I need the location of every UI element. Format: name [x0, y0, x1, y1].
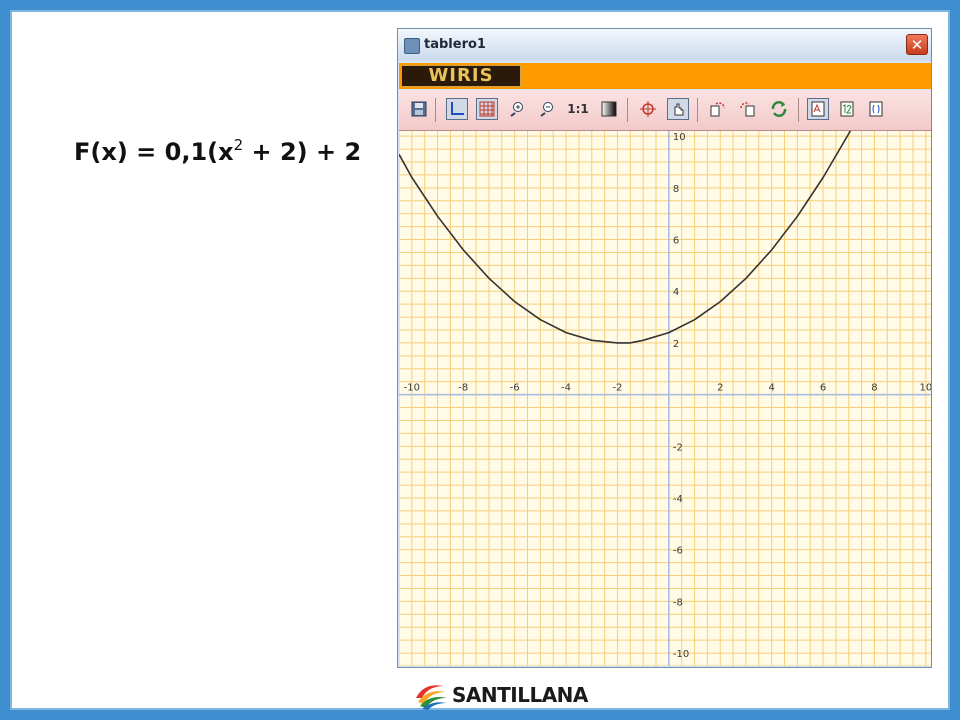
function-equation: F(x) = 0,1(x2 + 2) + 2 [74, 136, 361, 166]
x-tick-label: -10 [404, 383, 420, 394]
x-tick-label: 4 [768, 383, 774, 394]
x-tick-label: 2 [717, 383, 723, 394]
undo-icon[interactable] [706, 98, 728, 120]
hand-icon[interactable] [667, 98, 689, 120]
y-tick-label: -6 [673, 546, 683, 557]
refresh-icon[interactable] [768, 98, 790, 120]
brand-bar: WIRIS [399, 63, 931, 89]
zoom-in-icon[interactable] [506, 98, 528, 120]
redo-icon[interactable] [737, 98, 759, 120]
x-tick-label: 6 [820, 383, 826, 394]
function-plot[interactable]: -10 -8 -6 -4 -2 2 4 6 8 10 10 8 6 4 2 -2 -4 -6 -8 -10 [399, 131, 931, 666]
toolbar-separator [697, 98, 698, 122]
contrast-icon[interactable] [598, 98, 620, 120]
number-icon[interactable] [836, 98, 858, 120]
wiris-logo: WIRIS [401, 65, 521, 87]
y-tick-label: -10 [673, 649, 689, 660]
y-tick-label: 10 [673, 132, 686, 143]
y-tick-label: -4 [673, 494, 683, 505]
java-cup-icon [404, 38, 420, 54]
x-tick-label: 10 [919, 383, 931, 394]
equation-part-2: + 2) + 2 [243, 138, 362, 166]
zoom-reset-button[interactable]: 1:1 [565, 98, 591, 120]
santillana-logo: SANTILLANA [414, 676, 588, 714]
window-title: tablero1 [424, 37, 486, 52]
x-tick-label: -2 [612, 383, 622, 394]
equation-exponent: 2 [233, 136, 244, 154]
x-tick-label: -4 [561, 383, 571, 394]
toolbar-separator [627, 98, 628, 122]
graph-window: tablero1 ✕ WIRIS 1:1 -10 -8 -6 -4 -2 2 4… [397, 28, 932, 668]
graph-canvas[interactable]: -10 -8 -6 -4 -2 2 4 6 8 10 10 8 6 4 2 -2 -4 -6 -8 -10 [399, 131, 931, 666]
x-tick-label: 8 [871, 383, 877, 394]
window-titlebar[interactable]: tablero1 ✕ [398, 29, 931, 61]
target-icon[interactable] [637, 98, 659, 120]
axes-icon[interactable] [446, 98, 468, 120]
save-icon[interactable] [408, 98, 430, 120]
grid-icon[interactable] [476, 98, 498, 120]
toolbar-separator [798, 98, 799, 122]
y-tick-label: 8 [673, 184, 679, 195]
x-tick-label: -6 [510, 383, 520, 394]
y-tick-label: 4 [673, 287, 679, 298]
santillana-swoosh-icon [414, 680, 448, 710]
toolbar: 1:1 [399, 90, 931, 131]
y-tick-label: -8 [673, 597, 683, 608]
close-icon: ✕ [910, 35, 924, 54]
zoom-out-icon[interactable] [536, 98, 558, 120]
x-tick-label: -8 [458, 383, 468, 394]
y-tick-label: -2 [673, 442, 683, 453]
equation-part-1: F(x) = 0,1(x [74, 138, 234, 166]
graph-background [399, 131, 931, 666]
y-tick-label: 6 [673, 236, 679, 247]
y-tick-label: 2 [673, 339, 679, 350]
toolbar-separator [435, 98, 436, 122]
formula-icon[interactable] [865, 98, 887, 120]
close-button[interactable]: ✕ [906, 34, 928, 55]
text-icon[interactable] [807, 98, 829, 120]
santillana-wordmark: SANTILLANA [452, 683, 588, 707]
